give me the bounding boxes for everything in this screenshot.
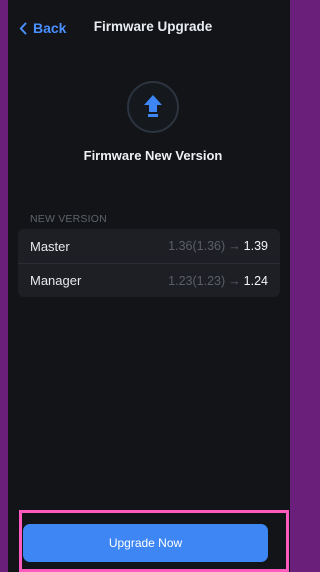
current-version: 1.36(1.36): [168, 239, 226, 253]
version-values: 1.23(1.23) → 1.24: [168, 274, 268, 288]
phone-screen: Back Firmware Upgrade Firmware New Versi…: [8, 0, 290, 572]
page-title: Firmware Upgrade: [93, 19, 213, 34]
current-version: 1.23(1.23): [168, 273, 226, 288]
version-row-manager: Manager 1.23(1.23) → 1.24: [18, 263, 280, 297]
device-name: Master: [30, 238, 70, 254]
upload-arrow-icon: [127, 81, 179, 133]
arrow-right-icon: →: [228, 239, 241, 253]
new-version: 1.24: [243, 273, 268, 288]
version-card: Master 1.36(1.36) → 1.39 Manager 1.23(1.…: [18, 229, 280, 297]
arrow-right-icon: →: [228, 273, 241, 288]
nav-header: Back Firmware Upgrade: [8, 0, 290, 56]
firmware-title: Firmware New Version: [83, 148, 223, 163]
version-values: 1.36(1.36) → 1.39: [168, 239, 268, 253]
device-name: Manager: [30, 273, 82, 288]
section-label: NEW VERSION: [30, 213, 107, 225]
new-version: 1.39: [243, 239, 268, 253]
version-row-master: Master 1.36(1.36) → 1.39: [18, 229, 280, 263]
upgrade-now-button[interactable]: Upgrade Now: [23, 524, 268, 562]
